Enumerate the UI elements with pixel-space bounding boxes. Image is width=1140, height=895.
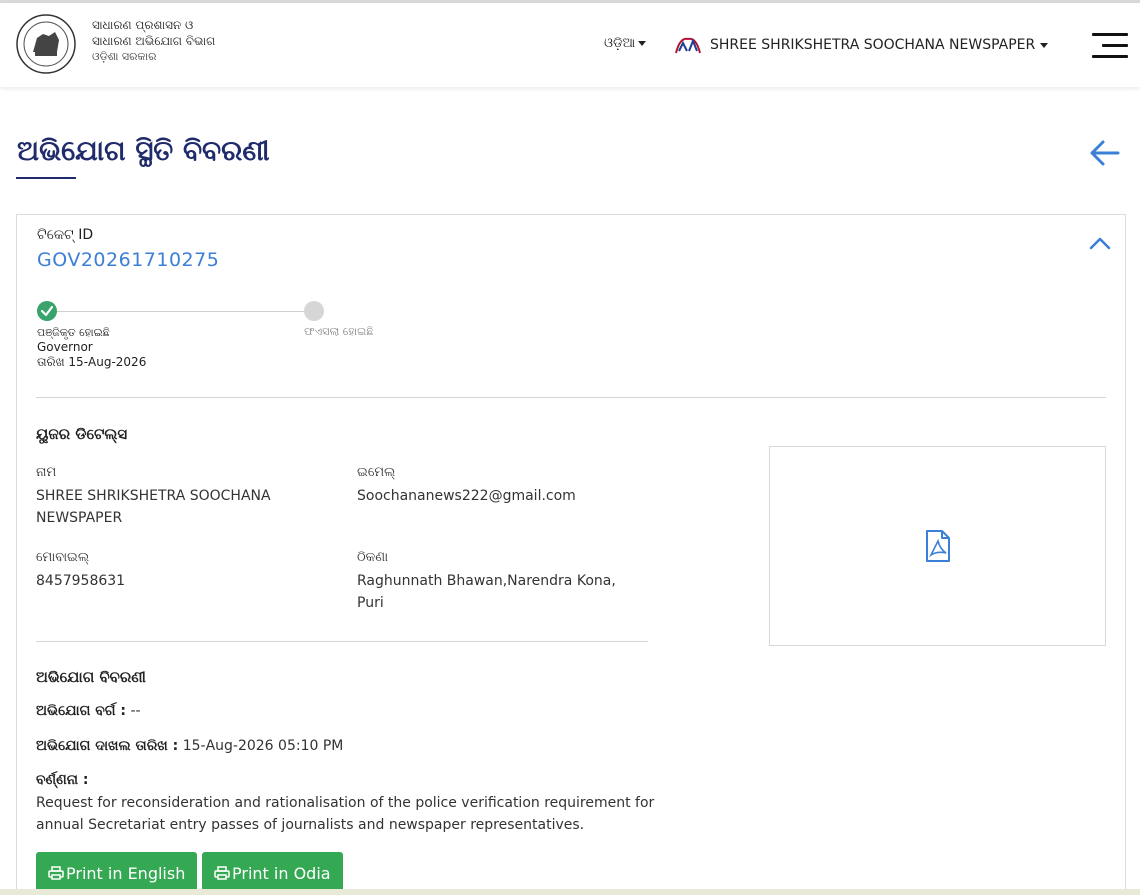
page-title: ଅଭିଯୋଗ ସ୍ଥିତି ବିବରଣୀ bbox=[17, 134, 270, 167]
pending-step-dot bbox=[304, 301, 324, 321]
step1-officer: Governor bbox=[37, 340, 93, 354]
print-odia-label: Print in Odia bbox=[232, 863, 331, 883]
category-label: ଅଭିଯୋଗ ବର୍ଗ : bbox=[36, 703, 126, 719]
email-label: ଇମେଲ୍ bbox=[357, 465, 396, 480]
chevron-down-icon bbox=[638, 41, 647, 46]
mobile-label: ମୋବାଇଲ୍ bbox=[36, 550, 90, 565]
name-label: ନାମ bbox=[36, 465, 57, 480]
title-underline bbox=[16, 177, 76, 179]
chevron-down-icon bbox=[1040, 42, 1049, 48]
department-name: ସାଧାରଣ ପ୍ରଶାସନ ଓ ସାଧାରଣ ଅଭିଯୋଗ ବିଭାଗ ଓଡ଼… bbox=[92, 17, 215, 65]
user-details-title: ୟୁଜର ଡିଟେଲ୍ସ bbox=[36, 425, 128, 443]
site-header: ସାଧାରଣ ପ୍ରଶାସନ ଓ ସାଧାରଣ ଅଭିଯୋଗ ବିଭାଗ ଓଡ଼… bbox=[0, 3, 1140, 87]
print-english-button[interactable]: Print in English bbox=[36, 852, 198, 894]
language-selector[interactable]: ଓଡ଼ିଆ bbox=[604, 36, 647, 51]
step1-date: ତାରିଖ 15-Aug-2026 bbox=[37, 355, 147, 369]
address-value: Raghunnath Bhawan,Narendra Kona, Puri bbox=[357, 573, 616, 611]
ticket-id: GOV20261710275 bbox=[37, 249, 220, 271]
name-value: SHREE SHRIKSHETRA SOOCHANA NEWSPAPER bbox=[36, 488, 271, 526]
chevron-up-icon[interactable] bbox=[1087, 233, 1113, 253]
dept-line-2: ସାଧାରଣ ଅଭିଯୋଗ ବିଭାଗ bbox=[92, 34, 216, 48]
pdf-file-icon[interactable] bbox=[922, 529, 954, 563]
step-registered: ପଞ୍ଜିକୃତ ହୋଇଛି Governor ତାରିଖ 15-Aug-202… bbox=[37, 325, 146, 370]
complaint-category: ଅଭିଯୋଗ ବର୍ଗ : -- bbox=[36, 703, 141, 719]
hamburger-menu-icon[interactable] bbox=[1088, 33, 1128, 63]
complaint-details-title: ଅଭିଯୋଗ ବିବରଣୀ bbox=[36, 668, 146, 686]
user-logo-icon bbox=[675, 37, 701, 54]
progress-track bbox=[47, 311, 317, 312]
print-odia-button[interactable]: Print in Odia bbox=[202, 852, 343, 894]
print-english-label: Print in English bbox=[66, 863, 186, 883]
date-value: 15-Aug-2026 05:10 PM bbox=[182, 738, 344, 754]
dept-line-1: ସାଧାରଣ ପ୍ରଶାସନ ଓ bbox=[92, 18, 194, 32]
mobile-value: 8457958631 bbox=[36, 573, 126, 589]
description-value: Request for reconsideration and rational… bbox=[36, 795, 655, 833]
ticket-card: ଟିକେଟ୍ ID GOV20261710275 ପଞ୍ଜିକୃତ ହୋଇଛି … bbox=[16, 214, 1126, 895]
language-label: ଓଡ଼ିଆ bbox=[604, 36, 636, 51]
user-menu[interactable]: SHREE SHRIKSHETRA SOOCHANA NEWSPAPER bbox=[674, 33, 1049, 57]
user-name: SHREE SHRIKSHETRA SOOCHANA NEWSPAPER bbox=[710, 37, 1036, 53]
email-value: Soochananews222@gmail.com bbox=[357, 488, 576, 504]
step2-status: ଫଏସଲା ହୋଇଛି bbox=[304, 325, 374, 338]
complaint-date: ଅଭିଯୋଗ ଦାଖଲ ତାରିଖ : 15-Aug-2026 05:10 PM bbox=[36, 738, 343, 754]
back-arrow-icon[interactable] bbox=[1088, 136, 1122, 170]
printer-icon bbox=[214, 866, 230, 880]
step1-status: ପଞ୍ଜିକୃତ ହୋଇଛି bbox=[37, 326, 110, 339]
ticket-label: ଟିକେଟ୍ ID bbox=[37, 227, 94, 243]
check-icon bbox=[37, 301, 57, 321]
dept-line-3: ଓଡ଼ିଶା ସରକାର bbox=[92, 50, 157, 63]
address-label: ଠିକଣା bbox=[357, 550, 389, 565]
divider bbox=[36, 641, 648, 642]
bottom-edge bbox=[0, 889, 1140, 895]
odisha-emblem-icon[interactable] bbox=[15, 8, 77, 80]
divider bbox=[36, 397, 1106, 398]
description-label: ବର୍ଣ୍ଣନା : bbox=[36, 772, 88, 788]
date-label: ଅଭିଯୋଗ ଦାଖଲ ତାରିଖ : bbox=[36, 738, 179, 754]
printer-icon bbox=[48, 866, 64, 880]
attachment-box bbox=[769, 446, 1106, 646]
category-value: -- bbox=[130, 703, 141, 719]
description-label-text: ବର୍ଣ୍ଣନା : bbox=[36, 772, 89, 788]
